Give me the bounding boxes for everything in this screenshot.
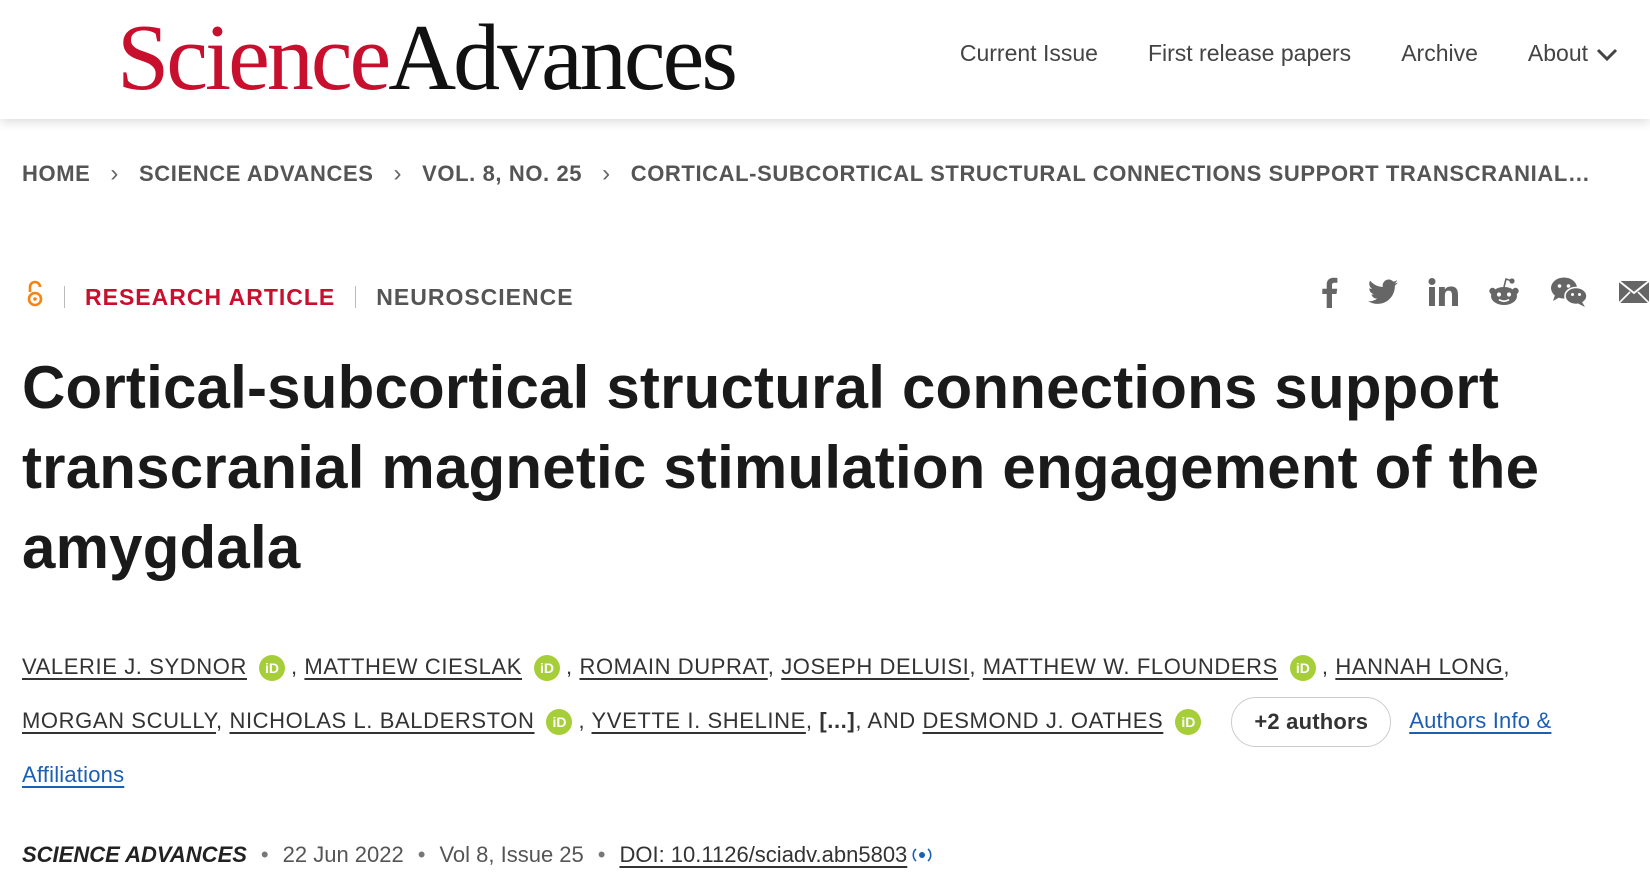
- author-name[interactable]: YVETTE I. SHELINE: [592, 708, 806, 733]
- linkedin-icon[interactable]: [1428, 278, 1458, 306]
- chevron-right-icon: ›: [393, 160, 403, 187]
- breadcrumb-article: CORTICAL-SUBCORTICAL STRUCTURAL CONNECTI…: [630, 161, 1591, 186]
- journal-name[interactable]: SCIENCE ADVANCES: [22, 842, 247, 868]
- author-list: VALERIE J. SYDNOR iD, MATTHEW CIESLAK iD, …: [22, 654, 1552, 787]
- author-name[interactable]: HANNAH LONG: [1335, 654, 1503, 679]
- chevron-right-icon: ›: [602, 160, 611, 187]
- breadcrumb-issue[interactable]: VOL. 8, NO. 25: [422, 161, 582, 187]
- doi-link[interactable]: DOI: 10.1126/sciadv.abn5803: [619, 842, 907, 868]
- separator-dot: •: [260, 842, 269, 867]
- main-nav: Current Issue First release papers Archi…: [960, 40, 1618, 67]
- orcid-icon[interactable]: iD: [258, 655, 285, 682]
- separator-dot: •: [597, 842, 606, 867]
- logo-science: Science: [117, 6, 391, 110]
- publication-date: 22 Jun 2022: [282, 842, 404, 867]
- share-bar: [1320, 276, 1650, 308]
- author-name[interactable]: VALERIE J. SYDNOR: [22, 654, 247, 679]
- article-meta: SCIENCE ADVANCES • 22 Jun 2022 • Vol 8, …: [22, 842, 933, 868]
- article-type[interactable]: RESEARCH ARTICLE: [85, 284, 335, 311]
- author-name[interactable]: DESMOND J. OATHES: [923, 708, 1164, 733]
- twitter-icon[interactable]: [1368, 279, 1398, 305]
- logo-advances: Advances: [388, 6, 738, 110]
- site-header: ScienceAdvances Current Issue First rele…: [0, 0, 1650, 119]
- author-name[interactable]: JOSEPH DELUISI: [781, 654, 969, 679]
- breadcrumb: HOME › SCIENCE ADVANCES › VOL. 8, NO. 25…: [22, 160, 1590, 188]
- email-icon[interactable]: [1618, 280, 1650, 304]
- wechat-icon[interactable]: [1550, 276, 1588, 308]
- science-advances-logo[interactable]: ScienceAdvances: [117, 6, 738, 110]
- reddit-icon[interactable]: [1488, 277, 1520, 307]
- nav-about[interactable]: About: [1528, 40, 1618, 67]
- author-name[interactable]: MORGAN SCULLY: [22, 708, 216, 733]
- authors-ellipsis[interactable]: [...]: [819, 708, 855, 733]
- facebook-icon[interactable]: [1320, 276, 1338, 308]
- orcid-icon[interactable]: iD: [1175, 709, 1202, 736]
- more-authors-button[interactable]: +2 authors: [1231, 697, 1392, 748]
- article-badges: RESEARCH ARTICLE NEUROSCIENCE: [26, 280, 574, 314]
- authors-and: AND: [867, 708, 916, 733]
- chevron-down-icon: [1596, 48, 1618, 62]
- nav-about-label: About: [1527, 40, 1588, 66]
- crossmark-icon[interactable]: [911, 846, 933, 864]
- orcid-icon[interactable]: iD: [534, 655, 561, 682]
- article-title: Cortical-subcortical structural connecti…: [22, 354, 1540, 581]
- breadcrumb-journal[interactable]: SCIENCE ADVANCES: [139, 161, 374, 187]
- divider: [64, 286, 65, 308]
- separator-dot: •: [417, 842, 426, 867]
- article-subject[interactable]: NEUROSCIENCE: [376, 284, 573, 311]
- author-name[interactable]: NICHOLAS L. BALDERSTON: [229, 708, 534, 733]
- divider: [355, 286, 357, 308]
- orcid-icon[interactable]: iD: [1289, 655, 1316, 682]
- orcid-icon[interactable]: iD: [546, 709, 573, 736]
- nav-first-release-papers[interactable]: First release papers: [1148, 40, 1351, 67]
- author-name[interactable]: MATTHEW CIESLAK: [304, 654, 522, 679]
- author-name[interactable]: ROMAIN DUPRAT: [579, 654, 767, 679]
- volume-issue[interactable]: Vol 8, Issue 25: [439, 842, 583, 868]
- nav-archive[interactable]: Archive: [1401, 40, 1478, 67]
- breadcrumb-home[interactable]: HOME: [22, 161, 90, 187]
- chevron-right-icon: ›: [110, 160, 119, 187]
- open-access-icon: [26, 280, 44, 314]
- author-name[interactable]: MATTHEW W. FLOUNDERS: [983, 654, 1278, 679]
- nav-current-issue[interactable]: Current Issue: [960, 40, 1098, 67]
